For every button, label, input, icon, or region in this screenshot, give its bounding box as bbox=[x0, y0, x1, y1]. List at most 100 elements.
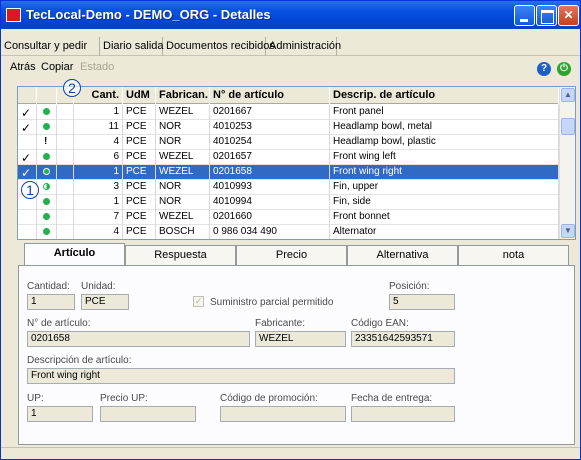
table-row[interactable]: 7 PCE WEZEL 0201660 Front bonnet bbox=[18, 210, 559, 225]
row-article-no: 0201667 bbox=[210, 105, 330, 120]
article-no-field[interactable]: 0201658 bbox=[27, 331, 250, 347]
row-article-no: 4010994 bbox=[210, 195, 330, 210]
partial-delivery-checkbox[interactable]: ✓ bbox=[193, 296, 204, 307]
row-unit: PCE bbox=[123, 120, 156, 135]
row-check: ✓ bbox=[18, 150, 37, 165]
price-up-label: Precio UP: bbox=[100, 393, 148, 404]
table-row[interactable]: 1 PCE NOR 4010994 Fin, side bbox=[18, 195, 559, 210]
status-button[interactable]: Estado bbox=[80, 61, 114, 73]
delivery-date-field[interactable] bbox=[351, 406, 455, 422]
row-qty: 11 bbox=[74, 120, 123, 135]
tab-respuesta-label: Respuesta bbox=[154, 249, 207, 261]
ean-label: Código EAN: bbox=[351, 318, 409, 329]
up-label: UP: bbox=[27, 393, 44, 404]
scroll-down-icon[interactable]: ▼ bbox=[561, 224, 575, 238]
copy-button[interactable]: Copiar bbox=[41, 61, 73, 73]
close-button[interactable]: ✕ bbox=[558, 5, 579, 26]
header-maker[interactable]: Fabrican. bbox=[156, 87, 210, 104]
header-unit[interactable]: UdM bbox=[123, 87, 156, 104]
description-field[interactable]: Front wing right bbox=[27, 368, 455, 384]
minimize-button[interactable] bbox=[514, 5, 535, 26]
row-unit: PCE bbox=[123, 105, 156, 120]
row-unit: PCE bbox=[123, 225, 156, 239]
maximize-button[interactable] bbox=[536, 5, 557, 26]
maker-field[interactable]: WEZEL bbox=[255, 331, 346, 347]
row-article-no: 0 986 034 490 bbox=[210, 225, 330, 239]
menu-consultar[interactable]: Consultar y pedir bbox=[1, 37, 100, 56]
unit-field[interactable]: PCE bbox=[81, 294, 129, 310]
row-article-no: 4010253 bbox=[210, 120, 330, 135]
row-status bbox=[37, 165, 57, 180]
menu-diario-salida[interactable]: Diario salida bbox=[100, 37, 164, 56]
header-description[interactable]: Descrip. de artículo bbox=[330, 87, 559, 104]
table-row[interactable]: 4 PCE BOSCH 0 986 034 490 Alternator bbox=[18, 225, 559, 239]
vertical-scrollbar[interactable]: ▲ ▼ bbox=[559, 87, 575, 239]
status-ok-icon bbox=[43, 213, 50, 220]
tab-alternativa-label: Alternativa bbox=[376, 249, 429, 261]
row-unit: PCE bbox=[123, 165, 156, 180]
scroll-up-icon[interactable]: ▲ bbox=[561, 88, 575, 102]
row-unit: PCE bbox=[123, 180, 156, 195]
row-check bbox=[18, 225, 37, 239]
help-icon[interactable]: ? bbox=[537, 62, 551, 76]
back-button[interactable]: Atrás bbox=[10, 61, 36, 73]
promo-code-field[interactable] bbox=[220, 406, 346, 422]
status-bar bbox=[1, 447, 580, 459]
header-status bbox=[37, 87, 57, 104]
row-status bbox=[37, 195, 57, 210]
row-flag bbox=[57, 195, 74, 210]
menu-documentos-recibidos[interactable]: Documentos recibidos bbox=[163, 37, 275, 56]
position-field[interactable]: 5 bbox=[389, 294, 455, 310]
row-description: Fin, upper bbox=[330, 180, 559, 195]
status-ok-icon bbox=[43, 198, 50, 205]
status-ok-icon bbox=[43, 153, 50, 160]
tab-articulo-label: Artículo bbox=[53, 247, 96, 259]
row-check: ✓ bbox=[18, 165, 37, 180]
tab-nota[interactable]: nota bbox=[458, 245, 569, 265]
row-status bbox=[37, 150, 57, 165]
title-bar[interactable]: TecLocal-Demo - DEMO_ORG - Detalles ✕ bbox=[1, 1, 580, 29]
tab-precio[interactable]: Precio bbox=[236, 245, 347, 265]
row-article-no: 0201658 bbox=[210, 165, 330, 180]
menu-administracion[interactable]: Administración bbox=[266, 37, 341, 56]
row-qty: 1 bbox=[74, 195, 123, 210]
grid-header: Cant. UdM Fabrican. N° de artículo Descr… bbox=[18, 87, 559, 104]
qty-field[interactable]: 1 bbox=[27, 294, 75, 310]
row-status bbox=[37, 180, 57, 195]
table-row[interactable]: ✓ 6 PCE WEZEL 0201657 Front wing left bbox=[18, 150, 559, 165]
row-qty: 1 bbox=[74, 105, 123, 120]
table-row[interactable]: ✓ 11 PCE NOR 4010253 Headlamp bowl, metal bbox=[18, 120, 559, 135]
row-maker: NOR bbox=[156, 180, 210, 195]
row-status bbox=[37, 120, 57, 135]
table-row[interactable]: ✓ 1 PCE WEZEL 0201667 Front panel bbox=[18, 105, 559, 120]
app-icon bbox=[6, 8, 21, 22]
row-description: Front panel bbox=[330, 105, 559, 120]
price-up-field[interactable] bbox=[100, 406, 196, 422]
row-check: ✓ bbox=[18, 120, 37, 135]
row-article-no: 4010254 bbox=[210, 135, 330, 150]
toolbar: Atrás Copiar Estado ? ⏻ bbox=[1, 58, 580, 78]
table-row[interactable]: ! 4 PCE NOR 4010254 Headlamp bowl, plastic bbox=[18, 135, 559, 150]
unit-label: Unidad: bbox=[81, 281, 116, 292]
row-unit: PCE bbox=[123, 210, 156, 225]
tab-alternativa[interactable]: Alternativa bbox=[347, 245, 458, 265]
row-qty: 3 bbox=[74, 180, 123, 195]
table-row[interactable]: 3 PCE NOR 4010993 Fin, upper bbox=[18, 180, 559, 195]
header-qty[interactable]: Cant. bbox=[74, 87, 123, 104]
table-row[interactable]: ✓ 1 PCE WEZEL 0201658 Front wing right bbox=[18, 165, 559, 180]
description-label: Descripción de artículo: bbox=[27, 355, 132, 366]
position-label: Posición: bbox=[389, 281, 430, 292]
status-ok-icon bbox=[43, 228, 50, 235]
up-field[interactable]: 1 bbox=[27, 406, 93, 422]
ean-field[interactable]: 23351642593571 bbox=[351, 331, 455, 347]
exit-icon[interactable]: ⏻ bbox=[557, 62, 571, 76]
row-maker: WEZEL bbox=[156, 150, 210, 165]
status-ok-icon bbox=[43, 108, 50, 115]
row-description: Front wing right bbox=[330, 165, 559, 180]
row-maker: NOR bbox=[156, 195, 210, 210]
header-article-no[interactable]: N° de artículo bbox=[210, 87, 330, 104]
tab-articulo[interactable]: Artículo bbox=[24, 243, 125, 266]
scrollbar-thumb[interactable] bbox=[561, 118, 575, 135]
tab-respuesta[interactable]: Respuesta bbox=[125, 245, 236, 265]
row-check: ✓ bbox=[18, 105, 37, 120]
